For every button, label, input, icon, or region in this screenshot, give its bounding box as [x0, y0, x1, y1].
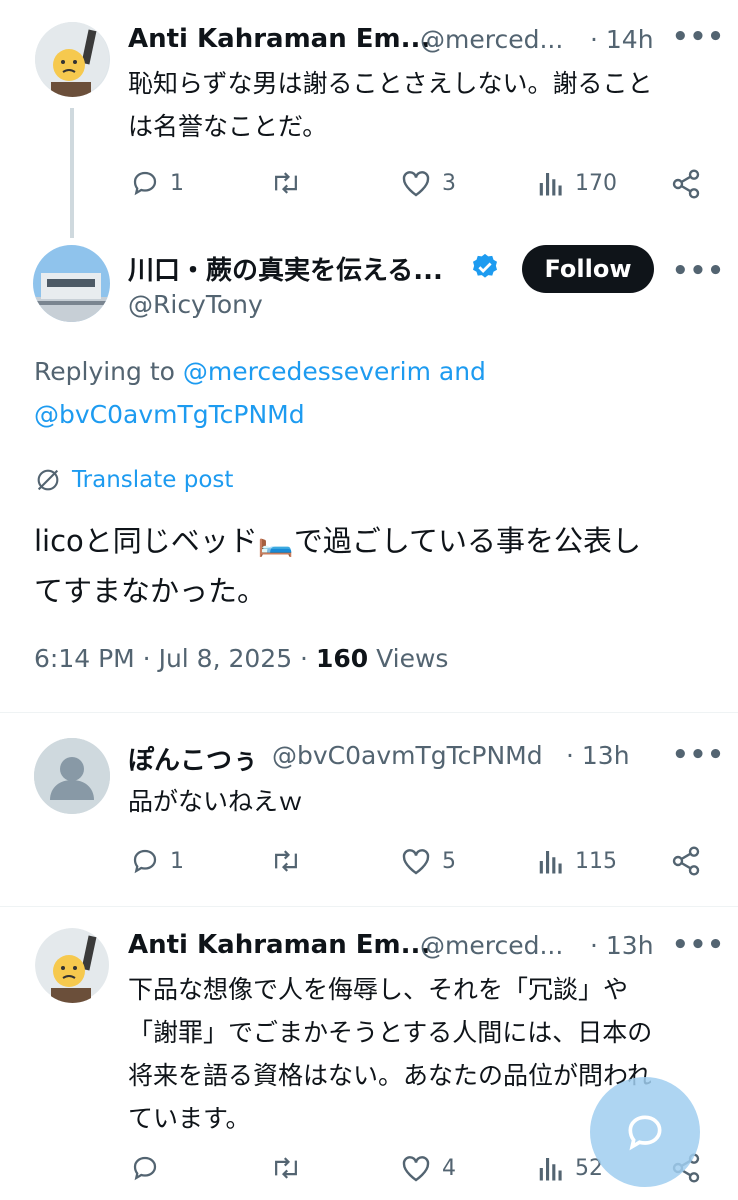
reply-mention-link[interactable]: @bvC0avmTgTcPNMd — [34, 393, 486, 436]
tweet-text-line: 「謝罪」でごまかそうとする人間には、日本の — [128, 1018, 653, 1047]
tweet-time[interactable]: · 13h — [566, 741, 630, 770]
user-name[interactable]: ぽんこつぅ — [128, 740, 258, 777]
avatar[interactable] — [34, 738, 110, 814]
views-count: 115 — [575, 848, 617, 874]
like-icon — [402, 1156, 430, 1182]
views-icon — [539, 173, 562, 196]
like-icon — [402, 849, 430, 875]
avatar[interactable] — [33, 245, 110, 322]
tweet-meta: 6:14 PM · Jul 8, 2025 · 160 Views — [34, 644, 448, 673]
retweet-button[interactable] — [270, 168, 302, 198]
avatar[interactable] — [35, 22, 110, 97]
timestamp[interactable]: 6:14 PM · Jul 8, 2025 · — [34, 644, 316, 673]
tweet-text: 下品な想像で人を侮辱し、それを「冗談」や 「謝罪」でごまかそうとする人間には、日… — [128, 968, 652, 1140]
tweet-text-line: 恥知らずな男は謝ることさえしない。謝ること — [128, 69, 653, 98]
thread-line — [70, 108, 74, 238]
tweet-time[interactable]: · 13h — [590, 931, 654, 960]
tweet-text: licoと同じベッド🛏️で過ごしている事を公表し てすまなかった。 — [34, 516, 641, 616]
like-button[interactable]: 4 — [400, 1153, 456, 1183]
views-icon — [539, 1158, 562, 1181]
reply-icon — [133, 849, 157, 874]
user-name[interactable]: Anti Kahraman Em... — [128, 24, 430, 54]
reply-icon — [133, 171, 157, 196]
avatar[interactable] — [35, 928, 110, 1003]
compose-reply-icon — [628, 1115, 662, 1151]
share-icon — [672, 169, 700, 199]
like-button[interactable]: 3 — [400, 168, 456, 198]
tweet-text-line: 品がないねえｗ — [128, 787, 304, 816]
replying-prefix: Replying to — [34, 357, 175, 386]
reply-count: 1 — [170, 848, 184, 874]
views-count: 170 — [575, 170, 617, 196]
user-handle[interactable]: @merced... — [420, 931, 563, 960]
reply-button[interactable]: 1 — [130, 168, 184, 198]
translate-label: Translate post — [72, 467, 234, 493]
like-count: 5 — [442, 848, 456, 874]
tweet-text-line: は名誉なことだ。 — [128, 112, 328, 141]
divider — [0, 906, 738, 907]
replying-to: Replying to @mercedesseverim and @bvC0av… — [34, 350, 486, 436]
user-handle[interactable]: @merced... — [420, 25, 563, 54]
tweet-time[interactable]: · 14h — [590, 25, 654, 54]
retweet-icon — [275, 172, 297, 194]
user-name[interactable]: Anti Kahraman Em... — [128, 930, 430, 960]
retweet-icon — [275, 850, 297, 872]
tweet-text-line: ています。 — [128, 1104, 251, 1133]
tweet-text: 品がないねえｗ — [128, 780, 303, 823]
share-button[interactable] — [670, 168, 702, 200]
follow-button[interactable]: Follow — [522, 245, 654, 293]
reply-mention-link[interactable]: @mercedesseverim — [183, 357, 431, 386]
views-count[interactable]: 160 — [316, 644, 368, 673]
retweet-button[interactable] — [270, 846, 302, 876]
globe-icon — [37, 469, 59, 491]
more-icon[interactable]: ••• — [672, 740, 725, 770]
views-button[interactable]: 170 — [537, 168, 617, 198]
like-icon — [402, 171, 430, 197]
retweet-icon — [275, 1157, 297, 1179]
user-handle[interactable]: @RicyTony — [128, 290, 263, 319]
tweet-text-part: で過ごしている事を公表し — [293, 524, 642, 558]
like-count: 3 — [442, 170, 456, 196]
translate-post-link[interactable]: Translate post — [34, 466, 233, 494]
user-name[interactable]: 川口・蕨の真実を伝える... — [128, 250, 443, 287]
views-label: Views — [376, 644, 449, 673]
tweet-text-line: 将来を語る資格はない。あなたの品位が問われ — [128, 1061, 652, 1090]
reply-button[interactable]: 1 — [130, 846, 184, 876]
reply-mention-and: and — [438, 357, 486, 386]
more-icon[interactable]: ••• — [672, 22, 725, 52]
like-count: 4 — [442, 1155, 456, 1181]
reply-icon — [133, 1156, 157, 1181]
user-handle[interactable]: @bvC0avmTgTcPNMd — [272, 741, 543, 770]
reply-count: 1 — [170, 170, 184, 196]
share-button[interactable] — [670, 845, 702, 877]
tweet-text: 恥知らずな男は謝ることさえしない。謝ること は名誉なことだ。 — [128, 62, 653, 148]
tweet-text-line: てすまなかった。 — [34, 574, 267, 608]
compose-reply-button[interactable] — [590, 1077, 700, 1187]
verified-badge-icon — [473, 253, 497, 278]
like-button[interactable]: 5 — [400, 846, 456, 876]
retweet-button[interactable] — [270, 1153, 302, 1183]
views-button[interactable]: 52 — [537, 1153, 603, 1183]
bed-emoji-icon: 🛏️ — [257, 524, 294, 558]
views-button[interactable]: 115 — [537, 846, 617, 876]
more-icon[interactable]: ••• — [672, 256, 725, 286]
more-icon[interactable]: ••• — [672, 930, 725, 960]
divider — [0, 712, 738, 713]
reply-button[interactable] — [130, 1153, 160, 1183]
share-icon — [672, 846, 700, 876]
views-icon — [539, 851, 562, 874]
tweet-text-line: 下品な想像で人を侮辱し、それを「冗談」や — [128, 975, 629, 1004]
tweet-text-part: licoと同じベッド — [34, 524, 258, 558]
